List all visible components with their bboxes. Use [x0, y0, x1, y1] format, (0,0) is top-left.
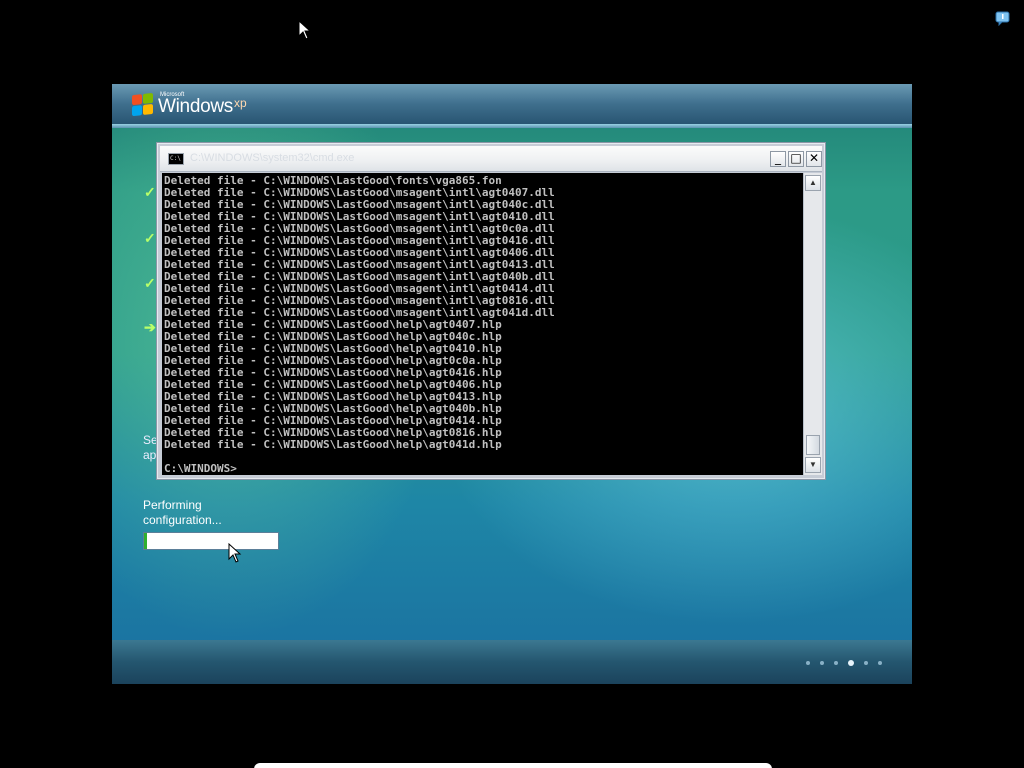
- minimize-button[interactable]: _: [770, 151, 786, 167]
- setup-footer-bar: [112, 640, 912, 684]
- progress-fill: [144, 533, 147, 549]
- step-complete-check-icon: ✓: [144, 230, 156, 246]
- windows-flag-icon: [132, 92, 154, 117]
- page-dot: [806, 661, 810, 665]
- step-current-arrow-icon: ➔: [144, 319, 156, 335]
- arrow-cursor-icon: [228, 543, 242, 563]
- windows-xp-logo: Microsoft Windowsxp: [132, 92, 247, 117]
- step-complete-check-icon: ✓: [144, 184, 156, 200]
- setup-page-dots: [806, 660, 882, 666]
- close-button[interactable]: ✕: [806, 151, 822, 167]
- scrollbar-thumb[interactable]: [806, 435, 820, 455]
- maximize-button[interactable]: □: [788, 151, 804, 167]
- page-dot: [864, 661, 868, 665]
- console-vertical-scrollbar[interactable]: ▲ ▼: [803, 173, 822, 475]
- page-dot: [834, 661, 838, 665]
- console-title: C:\WINDOWS\system32\cmd.exe: [190, 152, 355, 164]
- console-prompt[interactable]: C:\WINDOWS>: [164, 463, 803, 475]
- page-dot: [820, 661, 824, 665]
- console-title-bar[interactable]: C:\ C:\WINDOWS\system32\cmd.exe _ □ ✕: [160, 146, 822, 172]
- page-dot-active: [848, 660, 854, 666]
- setup-status-text-partial: ap: [143, 448, 157, 462]
- logo-xp: xp: [233, 96, 247, 110]
- console-line: Deleted file - C:\WINDOWS\LastGood\help\…: [164, 438, 502, 451]
- command-prompt-icon[interactable]: C:\: [168, 153, 184, 165]
- step-complete-check-icon: ✓: [144, 275, 156, 291]
- logo-windows: Windows: [158, 96, 233, 117]
- bottom-panel-edge: [254, 763, 772, 768]
- setup-header-divider: [112, 124, 912, 128]
- command-prompt-window[interactable]: C:\ C:\WINDOWS\system32\cmd.exe _ □ ✕ De…: [157, 143, 825, 479]
- progress-label: Performing configuration...: [143, 498, 222, 527]
- logo-text: Microsoft Windowsxp: [158, 92, 247, 116]
- notification-balloon-icon[interactable]: [995, 11, 1010, 26]
- console-output[interactable]: Deleted file - C:\WINDOWS\LastGood\fonts…: [162, 173, 803, 475]
- setup-progress-bar: [143, 532, 279, 550]
- page-dot: [878, 661, 882, 665]
- arrow-cursor-icon: [298, 20, 312, 40]
- scroll-down-arrow-icon[interactable]: ▼: [805, 457, 821, 473]
- scroll-up-arrow-icon[interactable]: ▲: [805, 175, 821, 191]
